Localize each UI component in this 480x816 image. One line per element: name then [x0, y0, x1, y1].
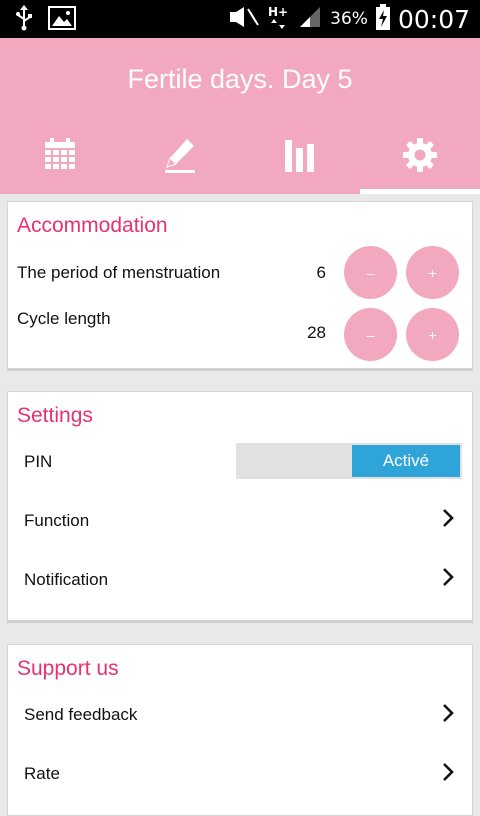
- send-feedback-label: Send feedback: [24, 705, 138, 724]
- svg-text:H+: H+: [268, 5, 288, 19]
- rate-label: Rate: [24, 764, 60, 783]
- chevron-right-icon: [442, 508, 454, 532]
- rate-row[interactable]: Rate: [8, 744, 472, 800]
- pin-toggle-active[interactable]: Activé: [352, 445, 460, 477]
- chevron-right-icon: [442, 762, 454, 786]
- function-label: Function: [24, 511, 90, 530]
- gear-icon: [403, 128, 437, 176]
- tab-statistics[interactable]: [240, 128, 360, 194]
- chevron-right-icon: [442, 567, 454, 591]
- pencil-icon: [163, 128, 197, 178]
- hplus-signal-icon: H+: [268, 4, 290, 34]
- period-label: The period of menstruation: [17, 263, 221, 282]
- mute-icon: [228, 6, 260, 32]
- tab-settings[interactable]: [360, 128, 480, 194]
- support-card: Support us Send feedback Rate: [7, 644, 473, 816]
- app-header: Fertile days. Day 5: [0, 38, 480, 194]
- cycle-increase-button[interactable]: +: [406, 308, 459, 361]
- cycle-length-value: 28: [307, 323, 326, 342]
- period-increase-button[interactable]: +: [406, 246, 459, 299]
- battery-percent: 36%: [330, 9, 368, 29]
- accommodation-title: Accommodation: [17, 214, 168, 237]
- settings-card: Settings PIN Activé Function Notificatio…: [7, 391, 473, 621]
- send-feedback-row[interactable]: Send feedback: [8, 685, 472, 741]
- period-value: 6: [316, 263, 326, 282]
- status-bar: H+ 36% 00:07: [0, 0, 480, 38]
- clock: 00:07: [397, 4, 470, 34]
- tab-notes[interactable]: [120, 128, 240, 194]
- period-decrease-button[interactable]: –: [344, 246, 397, 299]
- page-title: Fertile days. Day 5: [127, 64, 353, 94]
- image-icon: [48, 6, 76, 34]
- pin-label: PIN: [24, 452, 53, 471]
- settings-title: Settings: [17, 404, 93, 427]
- battery-charging-icon: [375, 4, 390, 34]
- tab-calendar[interactable]: [0, 128, 120, 194]
- function-row[interactable]: Function: [8, 492, 472, 548]
- signal-bars-icon: [298, 5, 322, 33]
- pin-toggle[interactable]: Activé: [236, 443, 462, 479]
- chevron-right-icon: [442, 703, 454, 727]
- calendar-icon: [44, 128, 76, 176]
- cycle-length-label: Cycle length: [17, 309, 111, 328]
- usb-icon: [14, 5, 34, 35]
- cycle-decrease-button[interactable]: –: [344, 308, 397, 361]
- support-title: Support us: [17, 657, 119, 680]
- notification-label: Notification: [24, 570, 109, 589]
- tab-bar: [0, 128, 480, 194]
- bar-chart-icon: [285, 128, 315, 176]
- accommodation-card: Accommodation The period of menstruation…: [7, 201, 473, 369]
- notification-row[interactable]: Notification: [8, 551, 472, 607]
